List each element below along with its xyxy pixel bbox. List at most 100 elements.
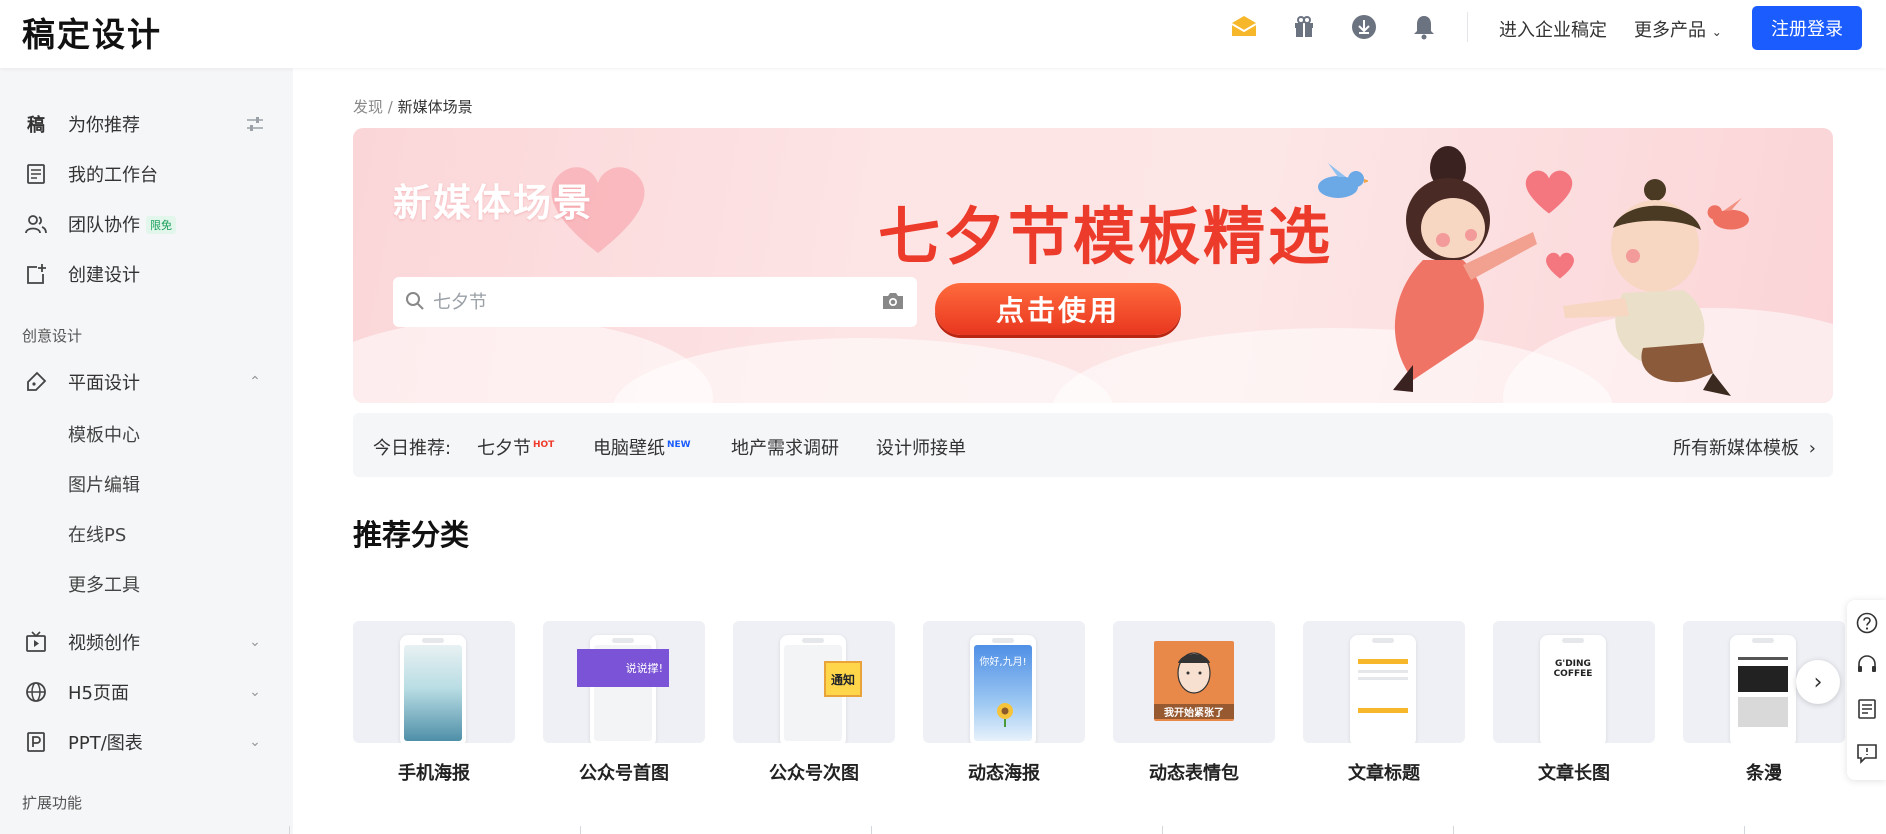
- search-box[interactable]: [393, 277, 917, 327]
- sidebar-item-label: 平面设计: [68, 373, 140, 394]
- all-templates-label: 所有新媒体模板: [1673, 438, 1799, 459]
- sidebar-item-video[interactable]: 视频创作 ⌄: [0, 622, 293, 662]
- ppt-icon: [24, 730, 48, 754]
- category-card[interactable]: 你好,九月! 动态海报: [923, 621, 1085, 785]
- vip-crown-icon[interactable]: [1229, 12, 1259, 42]
- bottom-divider-ticks: [0, 826, 1886, 834]
- sidebar-item-ppt[interactable]: PPT/图表 ⌄: [0, 722, 293, 762]
- breadcrumb-separator: /: [387, 98, 393, 116]
- login-button[interactable]: 注册登录: [1752, 6, 1862, 50]
- category-card[interactable]: 说说撑! 公众号首图: [543, 621, 705, 785]
- tag-text: 七夕节: [477, 438, 531, 459]
- category-card[interactable]: G'DING COFFEE 文章长图: [1493, 621, 1655, 785]
- chevron-down-icon[interactable]: ⌄: [244, 631, 266, 653]
- message-icon[interactable]: [1854, 740, 1880, 766]
- chevron-down-icon[interactable]: ⌄: [244, 681, 266, 703]
- girl-illustration: [1393, 146, 1537, 392]
- team-icon: [24, 212, 48, 236]
- all-templates-link[interactable]: 所有新媒体模板 ›: [1673, 434, 1816, 460]
- category-label: 手机海报: [398, 763, 470, 784]
- banner-title: 新媒体场景: [393, 181, 594, 225]
- category-card[interactable]: 通知 公众号次图: [733, 621, 895, 785]
- logo[interactable]: 稿定设计: [22, 8, 162, 56]
- sidebar-item-h5[interactable]: H5页面 ⌄: [0, 672, 293, 712]
- new-badge: NEW: [667, 440, 691, 450]
- category-label: 条漫: [1746, 763, 1782, 784]
- carousel-next-button[interactable]: ›: [1796, 660, 1840, 704]
- sidebar-sub-template-center[interactable]: 模板中心: [68, 421, 140, 447]
- sidebar-item-label: 团队协作: [68, 215, 140, 236]
- tag-text: 电脑壁纸: [593, 438, 665, 459]
- sidebar-item-label: 为你推荐: [68, 115, 140, 136]
- floating-tool-bar: [1847, 600, 1886, 780]
- sidebar-item-recommend[interactable]: 稿 为你推荐: [0, 104, 293, 144]
- recommend-tag-realestate[interactable]: 地产需求调研: [731, 434, 839, 460]
- face-icon: [1177, 652, 1211, 694]
- promo-use-button[interactable]: 点击使用: [935, 283, 1181, 335]
- overlay-text: 通知: [824, 661, 862, 697]
- headset-icon[interactable]: [1854, 652, 1880, 678]
- sidebar-sub-image-edit[interactable]: 图片编辑: [68, 471, 140, 497]
- today-recommend-bar: 今日推荐: 七夕节 HOT 电脑壁纸 NEW 地产需求调研 设计师接单 所有新媒体模…: [353, 413, 1833, 477]
- top-bar: 稿定设计 进入企业稿定 更多产品 ⌄ 注册登录: [0, 0, 1886, 68]
- sidebar: 稿 为你推荐 我的工作台 团队协作 限免 创建设计 创意设计 平面设计 ⌃ 模板中…: [0, 68, 293, 834]
- category-card[interactable]: 手机海报: [353, 621, 515, 785]
- meme-image: 我开始紧张了: [1154, 641, 1234, 721]
- enterprise-link[interactable]: 进入企业稿定: [1499, 16, 1607, 42]
- sunflower-icon: [997, 703, 1013, 727]
- globe-icon: [24, 680, 48, 704]
- hero-banner[interactable]: 新媒体场景 七夕节模板精选 点击使用: [353, 128, 1833, 403]
- help-icon[interactable]: [1854, 610, 1880, 636]
- video-icon: [24, 630, 48, 654]
- category-thumbnail: 通知: [733, 621, 895, 743]
- more-products-menu[interactable]: 更多产品 ⌄: [1634, 16, 1722, 42]
- recommend-tag-designer[interactable]: 设计师接单: [876, 434, 966, 460]
- sidebar-item-team[interactable]: 团队协作 限免: [0, 204, 293, 244]
- sidebar-item-label: 我的工作台: [68, 165, 158, 186]
- chevron-right-icon: ›: [1813, 669, 1823, 695]
- sidebar-item-label: PPT/图表: [68, 733, 143, 754]
- section-extend: 扩展功能: [22, 794, 83, 812]
- hot-badge: HOT: [533, 440, 555, 450]
- cloud-shape: [613, 338, 1113, 403]
- search-input[interactable]: [433, 277, 863, 327]
- sidebar-item-create[interactable]: 创建设计: [0, 254, 293, 294]
- recommend-tag-qixi[interactable]: 七夕节 HOT: [477, 434, 554, 460]
- sliders-icon[interactable]: [244, 113, 266, 135]
- sidebar-item-workspace[interactable]: 我的工作台: [0, 154, 293, 194]
- category-card[interactable]: 我开始紧张了 动态表情包: [1113, 621, 1275, 785]
- chevron-up-icon[interactable]: ⌃: [244, 371, 266, 393]
- breadcrumb-root[interactable]: 发现: [353, 98, 383, 116]
- chevron-down-icon[interactable]: ⌄: [244, 731, 266, 753]
- category-label: 文章长图: [1538, 763, 1610, 784]
- camera-icon[interactable]: [881, 291, 905, 315]
- category-label: 公众号首图: [579, 763, 669, 784]
- overlay-text: 说说撑!: [577, 649, 669, 687]
- download-icon[interactable]: [1349, 12, 1379, 42]
- sidebar-item-label: 创建设计: [68, 265, 140, 286]
- sidebar-item-graphic-design[interactable]: 平面设计 ⌃: [0, 362, 293, 402]
- bell-icon[interactable]: [1409, 12, 1439, 42]
- category-label: 公众号次图: [769, 763, 859, 784]
- sidebar-sub-online-ps[interactable]: 在线PS: [68, 521, 126, 547]
- recommended-categories-title: 推荐分类: [353, 518, 470, 552]
- sidebar-sub-more-tools[interactable]: 更多工具: [68, 571, 140, 597]
- chevron-down-icon: ⌄: [1711, 25, 1722, 39]
- category-card[interactable]: 文章标题: [1303, 621, 1465, 785]
- create-icon: [24, 262, 48, 286]
- recommend-tag-wallpaper[interactable]: 电脑壁纸 NEW: [593, 434, 691, 460]
- feedback-icon[interactable]: [1854, 696, 1880, 722]
- category-label: 动态表情包: [1149, 763, 1239, 784]
- workspace-icon: [24, 162, 48, 186]
- category-thumbnail: [353, 621, 515, 743]
- category-thumbnail: G'DING COFFEE: [1493, 621, 1655, 743]
- chevron-right-icon: ›: [1808, 438, 1816, 459]
- breadcrumb: 发现 / 新媒体场景: [353, 96, 473, 117]
- search-icon: [405, 291, 425, 315]
- sidebar-item-label: H5页面: [68, 683, 129, 704]
- category-thumbnail: 说说撑!: [543, 621, 705, 743]
- free-badge: 限免: [146, 216, 176, 234]
- category-thumbnail: [1303, 621, 1465, 743]
- gift-icon[interactable]: [1289, 12, 1319, 42]
- recommend-label: 今日推荐:: [373, 438, 452, 459]
